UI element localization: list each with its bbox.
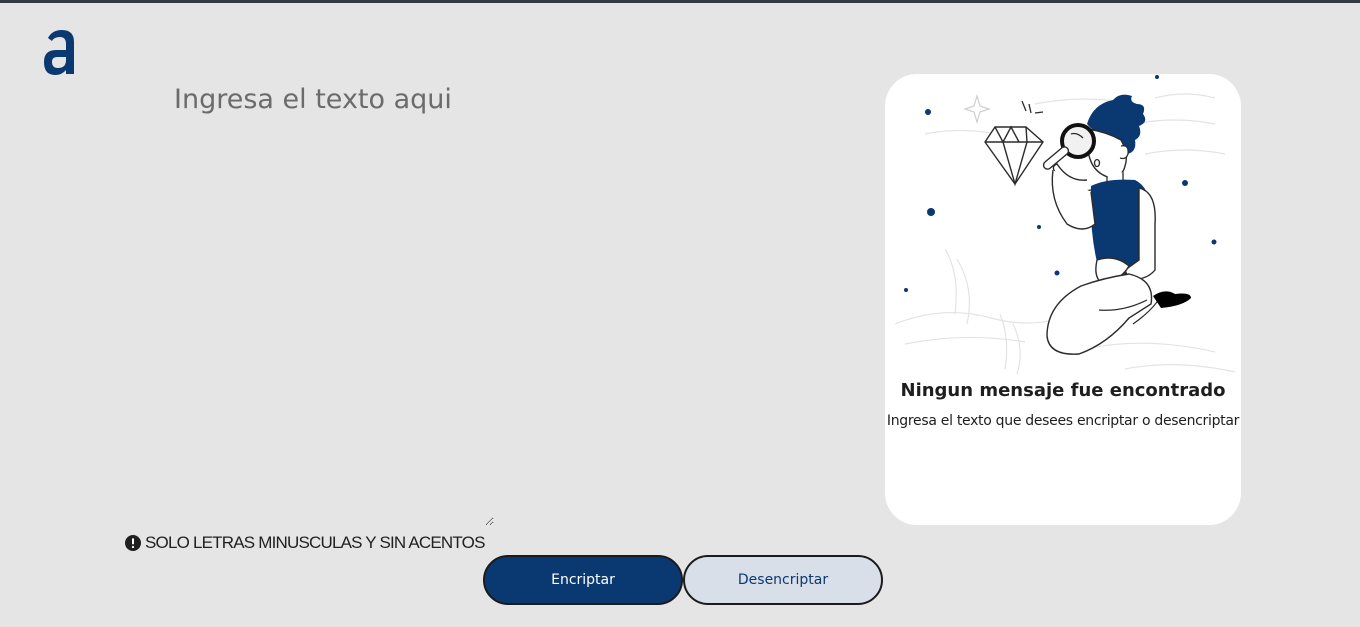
message-text-input[interactable] — [172, 78, 494, 526]
alura-logo-icon — [44, 30, 74, 75]
result-panel: Ningun mensaje fue encontrado Ingresa el… — [885, 74, 1241, 525]
person-magnifying-glass-illustration — [894, 75, 1236, 374]
result-title: Ningun mensaje fue encontrado — [900, 380, 1226, 401]
notice-text: SOLO LETRAS MINUSCULAS Y SIN ACENTOS — [145, 533, 485, 552]
input-restriction-notice: SOLO LETRAS MINUSCULAS Y SIN ACENTOS — [125, 533, 485, 553]
text-input-container — [172, 78, 494, 526]
decrypt-button[interactable]: Desencriptar — [683, 555, 883, 605]
encrypt-button[interactable]: Encriptar — [483, 555, 683, 605]
result-subtitle: Ingresa el texto que desees encriptar o … — [886, 413, 1240, 429]
top-border-bar — [0, 0, 1360, 3]
exclamation-circle-icon — [125, 535, 141, 551]
